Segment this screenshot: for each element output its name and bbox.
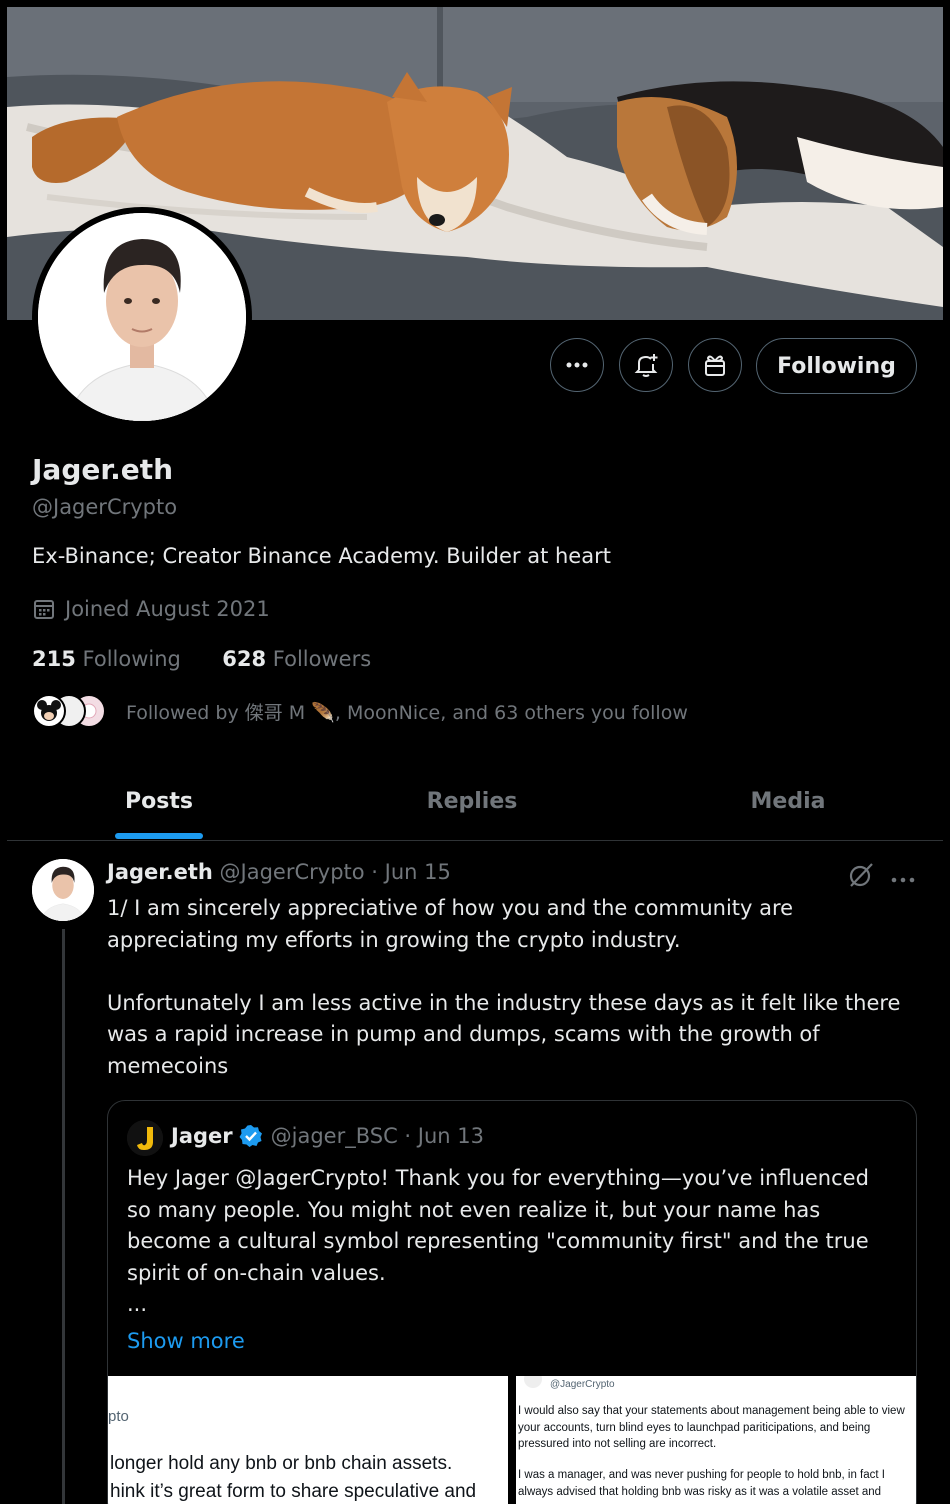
user-handle: @JagerCrypto: [32, 495, 178, 519]
profile-page: Following Jager.eth @JagerCrypto Ex-Bina…: [7, 7, 943, 1504]
more-options-button[interactable]: [550, 338, 604, 392]
followers-link[interactable]: 628 Followers: [222, 647, 371, 671]
following-button[interactable]: Following: [756, 338, 917, 394]
follower-avatar: [32, 694, 66, 728]
tab-posts[interactable]: Posts: [7, 763, 311, 840]
ellipsis-icon: [566, 362, 588, 368]
following-count: 215: [32, 647, 76, 671]
tab-media[interactable]: Media: [633, 763, 943, 840]
following-label: Following: [82, 647, 181, 671]
quoted-author-name[interactable]: Jager: [171, 1124, 233, 1148]
grok-button[interactable]: [847, 861, 875, 893]
post-header: Jager.eth @JagerCrypto · Jun 15: [107, 860, 451, 884]
follow-stats: 215 Following 628 Followers: [32, 647, 371, 671]
notifications-button[interactable]: [619, 338, 673, 392]
followed-by[interactable]: Followed by 傑哥 M 🪶, MoonNice, and 63 oth…: [32, 691, 688, 731]
quoted-header: Jager @jager_BSC · Jun 13: [171, 1124, 484, 1148]
image-right-handle: @JagerCrypto: [550, 1379, 615, 1390]
post-author-name[interactable]: Jager.eth: [107, 860, 213, 884]
following-link[interactable]: 215 Following: [32, 647, 181, 671]
bell-plus-icon: [634, 354, 658, 377]
image-left-text: longer hold any bnb or bnb chain assets.…: [110, 1453, 477, 1502]
image-right-text-1: I would also say that your statements ab…: [518, 1405, 905, 1450]
joined-text: Joined August 2021: [65, 597, 270, 621]
thread-line: [62, 929, 65, 1504]
image-left-handle: pto: [108, 1408, 129, 1425]
image-right-text-2: I was a manager, and was never pushing f…: [518, 1469, 885, 1498]
display-name: Jager.eth: [32, 453, 174, 486]
active-tab-indicator: [115, 833, 203, 839]
joined-date: Joined August 2021: [32, 597, 270, 621]
quoted-post[interactable]: Jager @jager_BSC · Jun 13 Hey Jager @Jag…: [107, 1100, 917, 1504]
show-more-link[interactable]: Show more: [127, 1329, 245, 1353]
image-right-avatar: [524, 1376, 542, 1388]
author-photo: [32, 859, 94, 921]
quoted-image-right[interactable]: @JagerCrypto I would also say that your …: [516, 1376, 916, 1504]
verified-badge-icon: [239, 1125, 262, 1147]
quoted-text: Hey Jager @JagerCrypto! Thank you for ev…: [127, 1166, 869, 1316]
post-more-button[interactable]: [891, 869, 915, 888]
quoted-meta[interactable]: @jager_BSC · Jun 13: [271, 1124, 484, 1148]
tab-replies[interactable]: Replies: [311, 763, 633, 840]
subscribe-gift-button[interactable]: [688, 338, 742, 392]
followers-count: 628: [222, 647, 267, 671]
calendar-icon: [34, 600, 54, 619]
post-author-avatar[interactable]: [32, 859, 94, 921]
gift-icon: [705, 355, 725, 376]
post-meta[interactable]: @JagerCrypto · Jun 15: [220, 860, 451, 884]
post-text: 1/ I am sincerely appreciative of how yo…: [107, 896, 901, 1078]
quoted-author-avatar[interactable]: [127, 1120, 163, 1156]
followers-label: Followers: [272, 647, 372, 671]
profile-actions: Following: [7, 338, 943, 396]
grok-icon: [849, 863, 873, 887]
profile-tabs: Posts Replies Media: [7, 763, 943, 841]
ellipsis-icon: [891, 877, 915, 883]
profile-bio: Ex-Binance; Creator Binance Academy. Bui…: [32, 544, 611, 568]
quoted-image-left[interactable]: pto longer hold any bnb or bnb chain ass…: [108, 1376, 508, 1504]
followed-by-text: Followed by 傑哥 M 🪶, MoonNice, and 63 oth…: [126, 701, 688, 724]
jager-logo-icon: [127, 1120, 163, 1156]
